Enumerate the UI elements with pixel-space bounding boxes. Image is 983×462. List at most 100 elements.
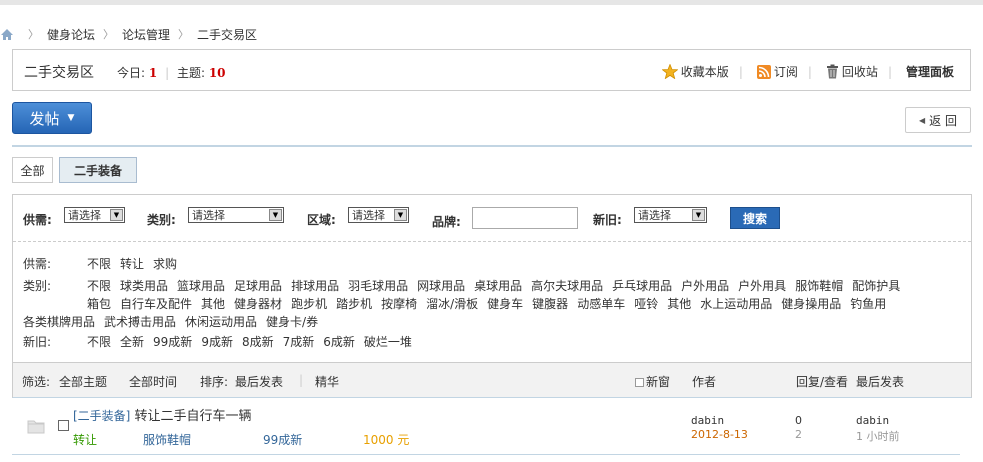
row-checkbox[interactable] [58,420,69,431]
thread-price: 1000 元 [363,433,410,447]
divider: | [887,64,892,79]
facet-option[interactable]: 服饰鞋帽 [795,279,843,293]
tab-secondhand-gear[interactable]: 二手装备 [59,157,137,183]
facet-option[interactable]: 其他 [201,297,225,311]
thread-author[interactable]: dabin [691,414,724,427]
facet-option[interactable]: 溜冰/滑板 [426,297,478,311]
post-button-label: 发帖 [29,109,60,128]
sort-last-post[interactable]: 最后发表 [235,373,283,390]
facet-option[interactable]: 休闲运动用品 [185,315,257,329]
facet-option[interactable]: 全新 [120,335,144,349]
supply-facet: 供需: 不限 转让 求购 [23,255,186,272]
tab-all[interactable]: 全部 [12,157,53,183]
type-select[interactable]: 请选择 ▼ [188,207,284,223]
new-window-toggle[interactable]: 新窗 [635,373,670,390]
breadcrumb: 〉 健身论坛 〉 论坛管理 〉 二手交易区 [0,26,257,42]
recycle-link[interactable]: 回收站 [826,63,878,80]
thread-last-time[interactable]: 1 小时前 [856,428,900,444]
divider: | [807,64,812,79]
top-bar [0,0,983,5]
thread-condition[interactable]: 99成新 [263,431,302,448]
last-reply-column-header: 最后发表 [856,375,905,389]
facet-option[interactable]: 篮球用品 [177,279,225,293]
digest-filter[interactable]: 精华 [315,373,339,390]
search-button[interactable]: 搜索 [730,207,780,229]
facet-option[interactable]: 99成新 [153,335,192,349]
thread-supply[interactable]: 转让 [73,431,97,448]
facet-option[interactable]: 健身卡/券 [266,315,318,329]
category-facet-line3: 各类棋牌用品 武术搏击用品 休闲运动用品 健身卡/券 [23,313,327,330]
breadcrumb-secondhand[interactable]: 二手交易区 [197,26,257,43]
facet-option[interactable]: 踏步机 [336,297,372,311]
new-window-checkbox[interactable] [635,378,644,387]
all-time-filter[interactable]: 全部时间 [129,373,177,390]
facet-option[interactable]: 户外用品 [681,279,729,293]
region-select[interactable]: 请选择 ▼ [348,207,409,223]
facet-option[interactable]: 箱包 [87,297,111,311]
favorite-link[interactable]: 收藏本版 [661,63,729,80]
facet-option[interactable]: 6成新 [323,335,355,349]
facet-option[interactable]: 动感单车 [577,297,625,311]
facet-option[interactable]: 不限 [87,257,111,271]
dropdown-arrow-icon: ▼ [269,209,282,221]
facet-option[interactable]: 排球用品 [291,279,339,293]
breadcrumb-fitness-forum[interactable]: 健身论坛 [47,26,95,43]
facet-option[interactable]: 户外用具 [738,279,786,293]
supply-select[interactable]: 请选择 ▼ [64,207,125,223]
facet-option[interactable]: 自行车及配件 [120,297,192,311]
thread-tag[interactable]: [二手装备] [73,409,130,423]
facet-option[interactable]: 足球用品 [234,279,282,293]
facet-option[interactable]: 7成新 [283,335,315,349]
thread-category[interactable]: 服饰鞋帽 [143,431,191,448]
thread-title-link[interactable]: 转让二手自行车一辆 [135,409,252,424]
facet-option[interactable]: 水上运动用品 [700,297,772,311]
facet-option[interactable]: 钓鱼用 [850,297,886,311]
recycle-label: 回收站 [841,65,878,79]
thread-last-user[interactable]: dabin [856,414,889,427]
brand-input[interactable] [472,207,578,229]
facet-option[interactable]: 羽毛球用品 [348,279,408,293]
facet-option[interactable]: 不限 [87,335,111,349]
subscribe-label: 订阅 [773,65,798,79]
thread-replies[interactable]: 0 [795,414,802,427]
facet-option[interactable]: 球类用品 [120,279,168,293]
facet-option[interactable]: 求购 [153,257,177,271]
condition-select[interactable]: 请选择 ▼ [634,207,707,223]
facet-option[interactable]: 破烂一堆 [364,335,412,349]
facet-option[interactable]: 不限 [87,279,111,293]
folder-icon[interactable] [27,418,45,434]
facet-option[interactable]: 8成新 [242,335,274,349]
facet-option[interactable]: 配饰护具 [852,279,900,293]
facet-option[interactable]: 健身车 [487,297,523,311]
facet-option[interactable]: 跑步机 [291,297,327,311]
condition-select-value: 请选择 [638,209,671,222]
post-button[interactable]: 发帖 ▼ [12,102,92,134]
condition-facet: 新旧: 不限 全新 99成新 9成新 8成新 7成新 6成新 破烂一堆 [23,333,421,350]
all-topics-filter[interactable]: 全部主题 [59,373,107,390]
facet-option[interactable]: 各类棋牌用品 [23,315,95,329]
admin-panel-link[interactable]: 管理面板 [906,63,954,80]
facet-option[interactable]: 乒乓球用品 [612,279,672,293]
facet-option[interactable]: 键腹器 [532,297,568,311]
forum-header: 二手交易区 今日: 1 | 主题: 10 收藏本版 | 订阅 | 回收站 | 管… [12,49,971,91]
condition-label: 新旧: [593,213,622,227]
facet-option[interactable]: 转让 [120,257,144,271]
subscribe-link[interactable]: 订阅 [756,63,798,80]
facet-option[interactable]: 健身器材 [234,297,282,311]
facet-option[interactable]: 桌球用品 [474,279,522,293]
facet-option[interactable]: 网球用品 [417,279,465,293]
facet-option[interactable]: 高尔夫球用品 [531,279,603,293]
thread-date: 2012-8-13 [691,428,748,441]
facet-option[interactable]: 其他 [667,297,691,311]
thread-title: [二手装备] 转让二手自行车一辆 [73,405,252,424]
home-icon[interactable] [0,28,14,41]
facet-option[interactable]: 按摩椅 [381,297,417,311]
facet-option[interactable]: 9成新 [201,335,233,349]
facet-option[interactable]: 武术搏击用品 [104,315,176,329]
facet-option[interactable]: 哑铃 [634,297,658,311]
breadcrumb-forum-admin[interactable]: 论坛管理 [122,26,170,43]
facet-option[interactable]: 健身操用品 [781,297,841,311]
back-button[interactable]: ◀ 返 回 [905,107,971,133]
dropdown-arrow-icon: ▼ [110,209,123,221]
type-label: 类别: [147,213,176,227]
